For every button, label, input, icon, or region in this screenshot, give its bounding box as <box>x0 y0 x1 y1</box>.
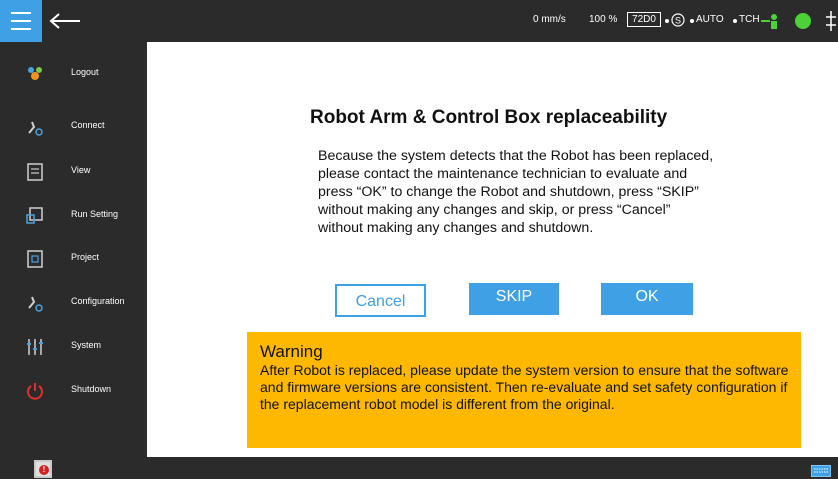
project-icon <box>27 250 43 268</box>
menu-button[interactable] <box>0 0 42 42</box>
sidebar-item-view[interactable]: View <box>0 152 147 192</box>
alert-icon[interactable]: ! <box>34 460 52 478</box>
connection-indicator-icon <box>795 13 811 29</box>
system-icon <box>27 339 43 355</box>
power-icon <box>27 383 43 400</box>
mode-label: AUTO <box>696 14 724 25</box>
sidebar-item-logout[interactable]: Logout <box>0 54 147 94</box>
sidebar-item-label: Shutdown <box>71 384 112 394</box>
status-dot <box>665 19 669 23</box>
status-dot <box>733 19 737 23</box>
sidebar-item-label: Connect <box>71 120 105 130</box>
sidebar-item-label: Configuration <box>71 296 125 306</box>
sidebar-item-system[interactable]: System <box>0 327 147 367</box>
sidebar-item-project[interactable]: Project <box>0 239 147 279</box>
configuration-icon <box>28 296 43 312</box>
warning-box: Warning After Robot is replaced, please … <box>247 332 801 448</box>
sidebar: Logout Connect View Run Setting Project <box>0 42 147 457</box>
warning-title: Warning <box>260 342 323 361</box>
sidebar-item-label: Project <box>71 252 100 262</box>
back-arrow-icon[interactable] <box>48 12 82 30</box>
keyboard-icon[interactable] <box>811 465 831 477</box>
sidebar-item-label: Run Setting <box>71 209 119 219</box>
status-code-box: 72D0 <box>627 12 661 27</box>
connect-icon <box>28 121 43 136</box>
dialog-message: Because the system detects that the Robo… <box>318 148 714 236</box>
cancel-button[interactable]: Cancel <box>335 284 426 317</box>
dialog-title: Robot Arm & Control Box replaceability <box>310 107 668 128</box>
view-icon <box>27 163 43 181</box>
cursor-move-icon[interactable] <box>824 9 838 33</box>
skip-button[interactable]: SKIP <box>469 283 559 315</box>
sidebar-item-configuration[interactable]: Configuration <box>0 283 147 323</box>
warning-text: After Robot is replaced, please update t… <box>260 362 789 412</box>
sidebar-item-shutdown[interactable]: Shutdown <box>0 371 147 411</box>
sidebar-item-label: System <box>71 340 102 350</box>
sidebar-item-label: Logout <box>71 67 99 77</box>
ok-button[interactable]: OK <box>601 283 693 315</box>
sidebar-item-label: View <box>71 165 91 175</box>
bottom-bar <box>0 457 838 479</box>
speed-percent: 100 % <box>589 14 618 25</box>
robot-status-icon <box>761 14 777 29</box>
run-setting-icon <box>26 207 43 224</box>
sidebar-item-run-setting[interactable]: Run Setting <box>0 196 147 236</box>
safety-s-icon: S <box>671 13 685 27</box>
sidebar-item-connect[interactable]: Connect <box>0 107 147 147</box>
speed-readout: 0 mm/s <box>533 14 566 25</box>
top-bar: 0 mm/s 100 % 72D0 S AUTO TCH <box>0 0 838 42</box>
users-icon <box>28 67 42 80</box>
tch-label: TCH <box>739 14 760 25</box>
svg-text:S: S <box>675 16 681 26</box>
status-dot <box>690 19 694 23</box>
